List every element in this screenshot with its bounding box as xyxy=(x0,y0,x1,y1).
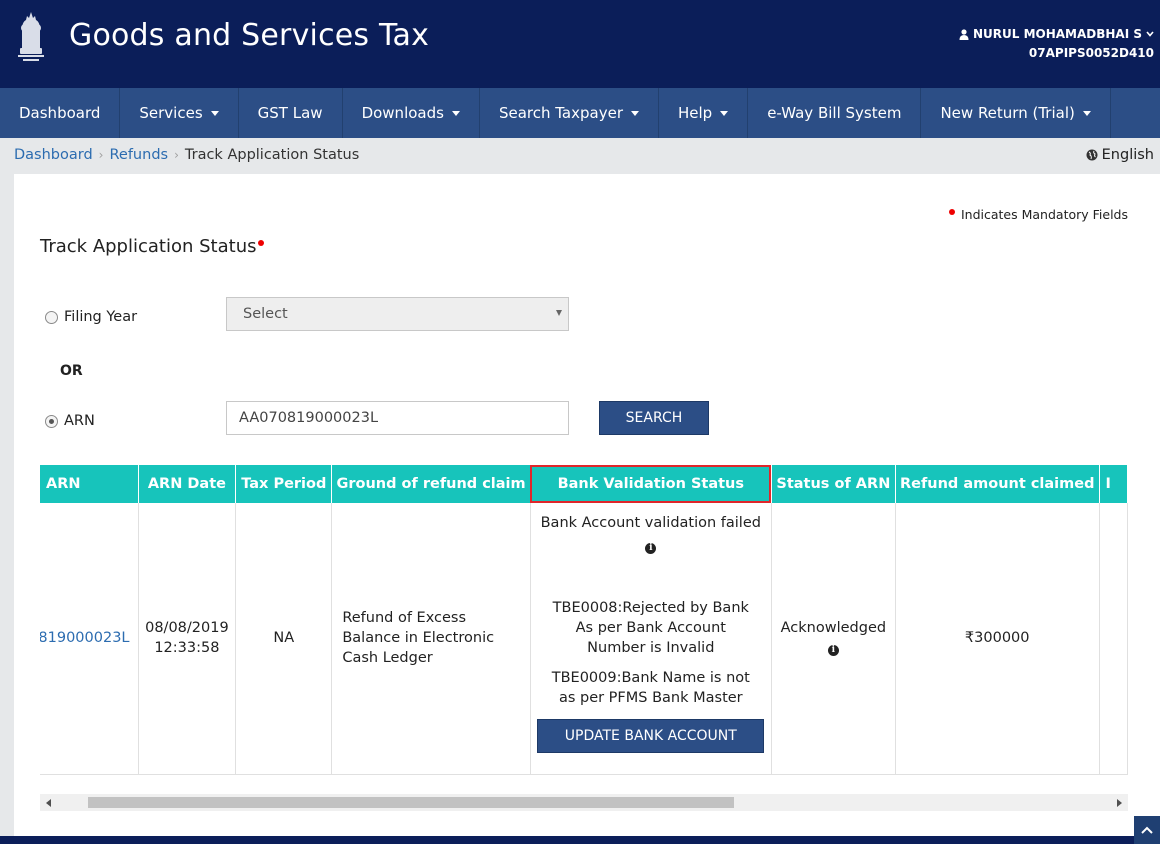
column-header-status-of-arn: Status of ARN xyxy=(771,465,896,503)
arn-input[interactable] xyxy=(226,401,569,435)
mandatory-dot-icon xyxy=(948,208,955,215)
arn-radio[interactable] xyxy=(45,414,58,428)
tax-period-cell: NA xyxy=(235,503,333,775)
caret-down-icon xyxy=(210,110,219,116)
info-icon[interactable]: i xyxy=(645,543,657,554)
results-table: ARN ARN Date Tax Period Ground of refund… xyxy=(40,465,1128,775)
arn-cell: AA070819000023L xyxy=(40,503,139,775)
arn-time: 12:33:58 xyxy=(154,640,220,657)
site-title: Goods and Services Tax xyxy=(69,18,430,53)
breadcrumb: Dashboard › Refunds › Track Application … xyxy=(14,147,359,163)
breadcrumb-separator: › xyxy=(98,148,104,162)
page-title: Track Application Status xyxy=(40,236,265,257)
refund-amount-cell: ₹300000 xyxy=(895,503,1100,775)
user-icon xyxy=(959,28,969,40)
breadcrumb-refunds[interactable]: Refunds xyxy=(109,147,168,163)
horizontal-scrollbar[interactable] xyxy=(40,794,1128,811)
user-name: NURUL MOHAMADBHAI S xyxy=(972,27,1142,41)
nav-item-search-taxpayer[interactable]: Search Taxpayer xyxy=(480,88,659,138)
or-label: OR xyxy=(60,363,83,379)
scroll-right-arrow-icon[interactable] xyxy=(1111,794,1128,811)
bank-error-1: TBE0008:Rejected by Bank As per Bank Acc… xyxy=(552,600,749,656)
arn-status-text: Acknowledged xyxy=(780,620,887,637)
nav-item-dashboard[interactable]: Dashboard xyxy=(0,88,121,138)
results-table-container: ARN ARN Date Tax Period Ground of refund… xyxy=(40,465,1128,775)
mandatory-dot-icon xyxy=(258,240,265,246)
site-header: Goods and Services Tax NURUL MOHAMADBHAI… xyxy=(0,0,1160,88)
nav-label: Search Taxpayer xyxy=(498,104,623,122)
arn-link[interactable]: AA070819000023L xyxy=(40,630,130,646)
breadcrumb-separator: › xyxy=(174,148,179,162)
back-to-top-button[interactable] xyxy=(1134,816,1160,844)
filing-year-option[interactable]: Filing Year xyxy=(45,309,137,325)
chevron-down-icon xyxy=(1146,31,1154,37)
next-column-cell xyxy=(1099,503,1128,775)
table-row: AA070819000023L 08/08/2019 12:33:58 NA R… xyxy=(40,503,1128,775)
column-header-bank-validation-status: Bank Validation Status xyxy=(530,465,772,503)
breadcrumb-dashboard[interactable]: Dashboard xyxy=(14,147,93,163)
bank-status-text: Bank Account validation failed xyxy=(540,515,761,531)
filing-year-radio[interactable] xyxy=(45,310,58,324)
scrollbar-thumb[interactable] xyxy=(88,797,734,808)
arn-option[interactable]: ARN xyxy=(45,413,95,429)
nav-item-eway-bill[interactable]: e-Way Bill System xyxy=(748,88,922,138)
nav-item-services[interactable]: Services xyxy=(120,88,239,138)
caret-down-icon xyxy=(1082,110,1091,116)
update-bank-account-button[interactable]: UPDATE BANK ACCOUNT xyxy=(537,719,765,753)
nav-item-gst-law[interactable]: GST Law xyxy=(239,88,343,138)
status-of-arn-cell: Acknowledged i xyxy=(771,503,896,775)
table-header-row: ARN ARN Date Tax Period Ground of refund… xyxy=(40,465,1128,503)
user-menu[interactable]: NURUL MOHAMADBHAI S xyxy=(959,27,1154,41)
nav-label: Dashboard xyxy=(19,104,101,122)
ground-cell: Refund of Excess Balance in Electronic C… xyxy=(331,503,531,775)
national-emblem-icon xyxy=(18,12,44,61)
info-icon[interactable]: i xyxy=(827,645,839,657)
mandatory-note: Indicates Mandatory Fields xyxy=(948,207,1128,222)
arn-date-cell: 08/08/2019 12:33:58 xyxy=(138,503,237,775)
column-header-ground: Ground of refund claim xyxy=(331,465,531,503)
column-header-next: I xyxy=(1099,465,1128,503)
column-header-arn: ARN xyxy=(40,465,139,503)
nav-item-downloads[interactable]: Downloads xyxy=(343,88,480,138)
language-label: English xyxy=(1101,147,1154,163)
user-gstin: 07APIPS0052D410 xyxy=(1028,46,1154,60)
chevron-up-icon xyxy=(1141,826,1153,834)
nav-item-new-return[interactable]: New Return (Trial) xyxy=(921,88,1111,138)
filing-year-select[interactable]: Select xyxy=(226,297,569,331)
nav-label: Services xyxy=(139,104,203,122)
nav-label: Help xyxy=(678,104,713,122)
nav-label: New Return (Trial) xyxy=(940,104,1075,122)
column-header-refund-amount: Refund amount claimed xyxy=(895,465,1100,503)
caret-down-icon xyxy=(451,110,460,116)
filing-year-select-value: Select xyxy=(243,306,288,322)
main-nav: Dashboard Services GST Law Downloads Sea… xyxy=(0,88,1160,138)
filing-year-label: Filing Year xyxy=(64,309,138,325)
caret-down-icon xyxy=(720,110,729,116)
nav-item-help[interactable]: Help xyxy=(659,88,749,138)
caret-down-icon xyxy=(631,110,639,116)
column-header-tax-period: Tax Period xyxy=(235,465,333,503)
page-title-text: Track Application Status xyxy=(40,236,257,257)
nav-label: e-Way Bill System xyxy=(767,104,902,122)
nav-label: GST Law xyxy=(257,104,323,122)
mandatory-note-text: Indicates Mandatory Fields xyxy=(960,207,1128,222)
search-button[interactable]: SEARCH xyxy=(599,401,709,435)
arn-date: 08/08/2019 xyxy=(145,620,229,637)
nav-label: Downloads xyxy=(361,104,444,122)
footer-bar xyxy=(0,836,1160,844)
scroll-left-arrow-icon[interactable] xyxy=(40,794,57,811)
column-header-arn-date: ARN Date xyxy=(138,465,237,503)
globe-icon xyxy=(1086,149,1098,161)
breadcrumb-current: Track Application Status xyxy=(184,147,360,163)
caret-down-icon xyxy=(556,310,562,316)
content-card: Indicates Mandatory Fields Track Applica… xyxy=(14,174,1160,836)
bank-validation-status-cell: Bank Account validation failed i TBE0008… xyxy=(530,503,772,775)
arn-label: ARN xyxy=(64,413,95,429)
language-selector[interactable]: English xyxy=(1086,147,1154,163)
bank-error-2: TBE0009:Bank Name is not as per PFMS Ban… xyxy=(551,670,750,706)
